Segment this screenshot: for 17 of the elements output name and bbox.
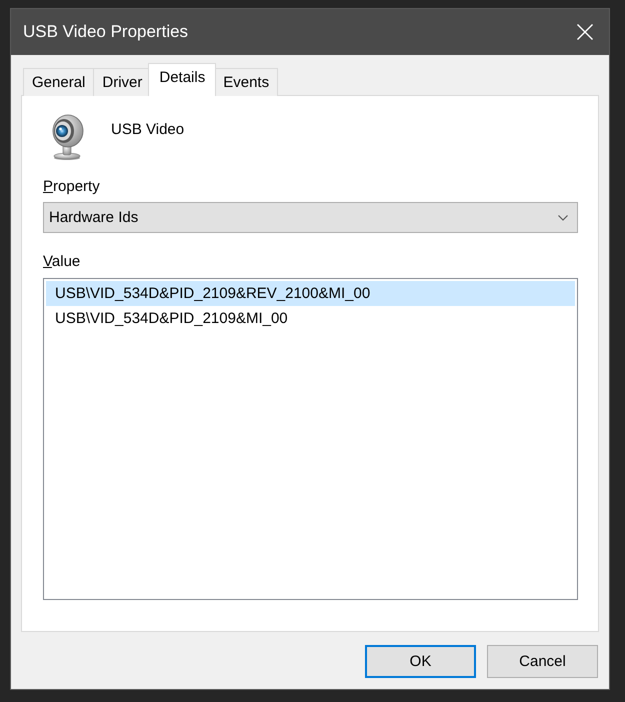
close-icon — [577, 24, 593, 40]
webcam-icon — [50, 114, 84, 160]
list-item[interactable]: USB\VID_534D&PID_2109&MI_00 — [46, 306, 575, 331]
property-dropdown[interactable]: Hardware Ids — [43, 202, 578, 233]
value-listbox[interactable]: USB\VID_534D&PID_2109&REV_2100&MI_00 USB\VID_534D&PID_2109&MI_00 — [43, 278, 578, 600]
field-label: Property — [43, 178, 100, 195]
device-name: USB Video — [111, 121, 184, 138]
tab[interactable]: Events — [214, 68, 278, 96]
tab[interactable]: Details — [148, 63, 216, 96]
chevron-down-icon — [558, 214, 568, 220]
close-button[interactable] — [577, 24, 593, 40]
dialog-button[interactable]: OK — [365, 645, 476, 678]
list-item[interactable]: USB\VID_534D&PID_2109&REV_2100&MI_00 — [46, 281, 575, 306]
tab[interactable]: General — [23, 68, 94, 96]
dialog-button[interactable]: Cancel — [487, 645, 598, 678]
window-title: USB Video Properties — [23, 22, 188, 42]
field-label: Value — [43, 253, 80, 270]
